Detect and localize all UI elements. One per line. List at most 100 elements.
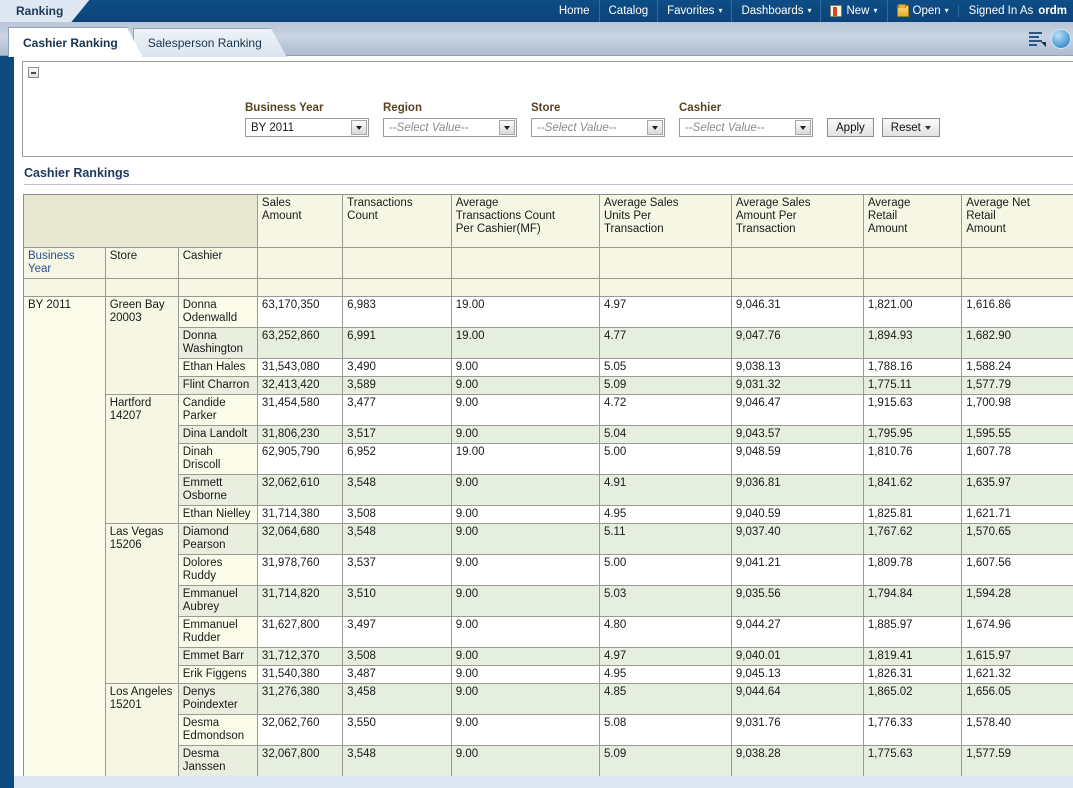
apply-button[interactable]: Apply <box>827 118 874 137</box>
business-year-select[interactable]: BY 2011 <box>245 118 369 137</box>
cell-sales-amount: 31,540,380 <box>257 665 344 684</box>
cell-cashier[interactable]: Erik Figgens <box>178 665 258 684</box>
nav-dashboards[interactable]: Dashboards ▾ <box>731 0 820 22</box>
table-row[interactable]: Donna Washington 63,252,860 6,991 19.00 4.77… <box>24 327 1073 359</box>
cell-cashier[interactable]: Ethan Nielley <box>178 505 258 524</box>
cell-avg-retail-amount: 1,821.00 <box>863 296 963 328</box>
cell-avg-sales-amount-per-transaction: 9,031.32 <box>731 376 864 395</box>
reset-button[interactable]: Reset <box>881 118 940 137</box>
nav-new[interactable]: New ▾ <box>820 0 886 22</box>
table-row[interactable]: Las Vegas 15206 Diamond Pearson 32,064,680… <box>24 523 1073 684</box>
cell-store[interactable]: Los Angeles 15201 <box>105 683 179 781</box>
signed-in-as[interactable]: Signed In As ordm <box>957 5 1073 17</box>
table-row[interactable]: Flint Charron 32,413,420 3,589 9.00 5.09 9,03… <box>24 376 1073 395</box>
page-options-icon[interactable] <box>1029 31 1046 47</box>
cell-cashier[interactable]: Flint Charron <box>178 376 258 395</box>
header-filler-cell <box>599 278 732 297</box>
horizontal-scrollbar[interactable] <box>14 776 1073 788</box>
dimension-header-row: Business Year Store Cashier <box>24 247 1073 279</box>
column-header-avg-sales-amount-per-transaction[interactable]: Average Sales Amount Per Transaction <box>731 195 864 248</box>
cell-avg-net-retail-amount: 1,616.86 <box>961 296 1073 328</box>
dashboard-tabs: Cashier Ranking Salesperson Ranking <box>8 27 277 57</box>
column-header-avg-retail-amount[interactable]: Average Retail Amount <box>863 195 963 248</box>
table-row[interactable]: BY 2011 Green Bay 20003 Donna Odenwalld 63,… <box>24 296 1073 781</box>
title-divider <box>24 184 1073 185</box>
cell-cashier[interactable]: Emmet Barr <box>178 647 258 666</box>
cell-sales-amount: 31,978,760 <box>257 554 344 586</box>
table-row[interactable]: Emmett Osborne 32,062,610 3,548 9.00 4.91 9,0… <box>24 474 1073 506</box>
help-icon[interactable] <box>1051 29 1071 49</box>
cell-cashier[interactable]: Candide Parker <box>178 394 258 426</box>
table-row[interactable]: Ethan Hales 31,543,080 3,490 9.00 5.05 9,038.… <box>24 358 1073 377</box>
tab-cashier-ranking[interactable]: Cashier Ranking <box>8 27 143 57</box>
table-row[interactable]: Ethan Nielley 31,714,380 3,508 9.00 4.95 9,04… <box>24 505 1073 524</box>
table-row[interactable]: Emmanuel Aubrey 31,714,820 3,510 9.00 5.03 9,… <box>24 585 1073 617</box>
cell-cashier[interactable]: Desma Janssen <box>178 745 258 777</box>
cell-cashier[interactable]: Ethan Hales <box>178 358 258 377</box>
dashboard-name-tab[interactable]: Ranking <box>0 0 89 22</box>
cell-avg-net-retail-amount: 1,588.24 <box>961 358 1073 377</box>
table-head: Sales Amount Transactions Count Average … <box>24 195 1073 297</box>
collapse-section-icon[interactable] <box>28 67 39 78</box>
column-header-transactions-count[interactable]: Transactions Count <box>342 195 452 248</box>
header-filler-cell <box>451 278 600 297</box>
column-header-avg-net-retail-amount[interactable]: Average Net Retail Amount <box>961 195 1073 248</box>
table-row[interactable]: Dina Landolt 31,806,230 3,517 9.00 5.04 9,043… <box>24 425 1073 444</box>
measure-header-row: Sales Amount Transactions Count Average … <box>24 195 1073 248</box>
cell-cashier[interactable]: Dina Landolt <box>178 425 258 444</box>
cell-cashier[interactable]: Emmett Osborne <box>178 474 258 506</box>
chevron-down-icon[interactable] <box>795 120 811 135</box>
cell-sales-amount: 31,627,800 <box>257 616 344 648</box>
region-select[interactable]: --Select Value-- <box>383 118 517 137</box>
table-row[interactable]: Emmet Barr 31,712,370 3,508 9.00 4.97 9,040.0… <box>24 647 1073 666</box>
table-row[interactable]: Dolores Ruddy 31,978,760 3,537 9.00 5.00 9,04… <box>24 554 1073 586</box>
nav-catalog[interactable]: Catalog <box>598 0 658 22</box>
cell-cashier[interactable]: Desma Edmondson <box>178 714 258 746</box>
cell-avg-transactions-count-per-cashier: 19.00 <box>451 296 600 328</box>
table-row[interactable]: Desma Janssen 32,067,800 3,548 9.00 5.09 9,03… <box>24 745 1073 777</box>
cell-cashier[interactable]: Donna Washington <box>178 327 258 359</box>
cell-cashier[interactable]: Denys Poindexter <box>178 683 258 715</box>
pivot-table-container[interactable]: Sales Amount Transactions Count Average … <box>23 194 1073 782</box>
chevron-down-icon[interactable] <box>351 120 367 135</box>
chevron-down-icon[interactable] <box>499 120 515 135</box>
cell-transactions-count: 3,497 <box>342 616 452 648</box>
column-header-avg-sales-units-per-transaction[interactable]: Average Sales Units Per Transaction <box>599 195 732 248</box>
table-row[interactable]: Dinah Driscoll 62,905,790 6,952 19.00 5.00 9,… <box>24 443 1073 475</box>
table-row[interactable]: Emmanuel Rudder 31,627,800 3,497 9.00 4.80 9,… <box>24 616 1073 648</box>
column-header-store[interactable]: Store <box>105 247 179 279</box>
cell-cashier[interactable]: Emmanuel Aubrey <box>178 585 258 617</box>
chevron-down-icon[interactable] <box>647 120 663 135</box>
column-header-avg-transactions-count-per-cashier[interactable]: Average Transactions Count Per Cashier(M… <box>451 195 600 248</box>
cell-sales-amount: 31,454,580 <box>257 394 344 426</box>
cell-avg-net-retail-amount: 1,578.40 <box>961 714 1073 746</box>
store-select[interactable]: --Select Value-- <box>531 118 665 137</box>
column-header-business-year[interactable]: Business Year <box>24 247 106 279</box>
cell-store[interactable]: Green Bay 20003 <box>105 296 179 395</box>
cell-store[interactable]: Las Vegas 15206 <box>105 523 179 684</box>
table-row[interactable]: Erik Figgens 31,540,380 3,487 9.00 4.95 9,045… <box>24 665 1073 684</box>
nav-favorites[interactable]: Favorites ▾ <box>657 0 731 22</box>
cell-cashier[interactable]: Emmanuel Rudder <box>178 616 258 648</box>
cell-cashier[interactable]: Donna Odenwalld <box>178 296 258 328</box>
cell-store[interactable]: Hartford 14207 <box>105 394 179 524</box>
column-header-cashier[interactable]: Cashier <box>178 247 258 279</box>
cell-avg-net-retail-amount: 1,607.78 <box>961 443 1073 475</box>
table-row[interactable]: Los Angeles 15201 Denys Poindexter 31,276,… <box>24 683 1073 781</box>
nav-home[interactable]: Home <box>550 0 599 22</box>
table-row[interactable]: Desma Edmondson 32,062,760 3,550 9.00 5.08 9,… <box>24 714 1073 746</box>
cell-cashier[interactable]: Dinah Driscoll <box>178 443 258 475</box>
cell-avg-sales-amount-per-transaction: 9,047.76 <box>731 327 864 359</box>
cashier-select[interactable]: --Select Value-- <box>679 118 813 137</box>
tab-salesperson-ranking[interactable]: Salesperson Ranking <box>133 28 287 57</box>
nav-open[interactable]: Open ▾ <box>886 0 958 22</box>
header-spacer <box>342 247 452 279</box>
cell-cashier[interactable]: Dolores Ruddy <box>178 554 258 586</box>
cell-sales-amount: 31,712,370 <box>257 647 344 666</box>
cell-cashier[interactable]: Diamond Pearson <box>178 523 258 555</box>
header-spacer <box>961 247 1073 279</box>
cell-business-year[interactable]: BY 2011 <box>24 296 106 781</box>
cell-sales-amount: 31,543,080 <box>257 358 344 377</box>
table-row[interactable]: Hartford 14207 Candide Parker 31,454,580 3,… <box>24 394 1073 524</box>
column-header-sales-amount[interactable]: Sales Amount <box>257 195 344 248</box>
